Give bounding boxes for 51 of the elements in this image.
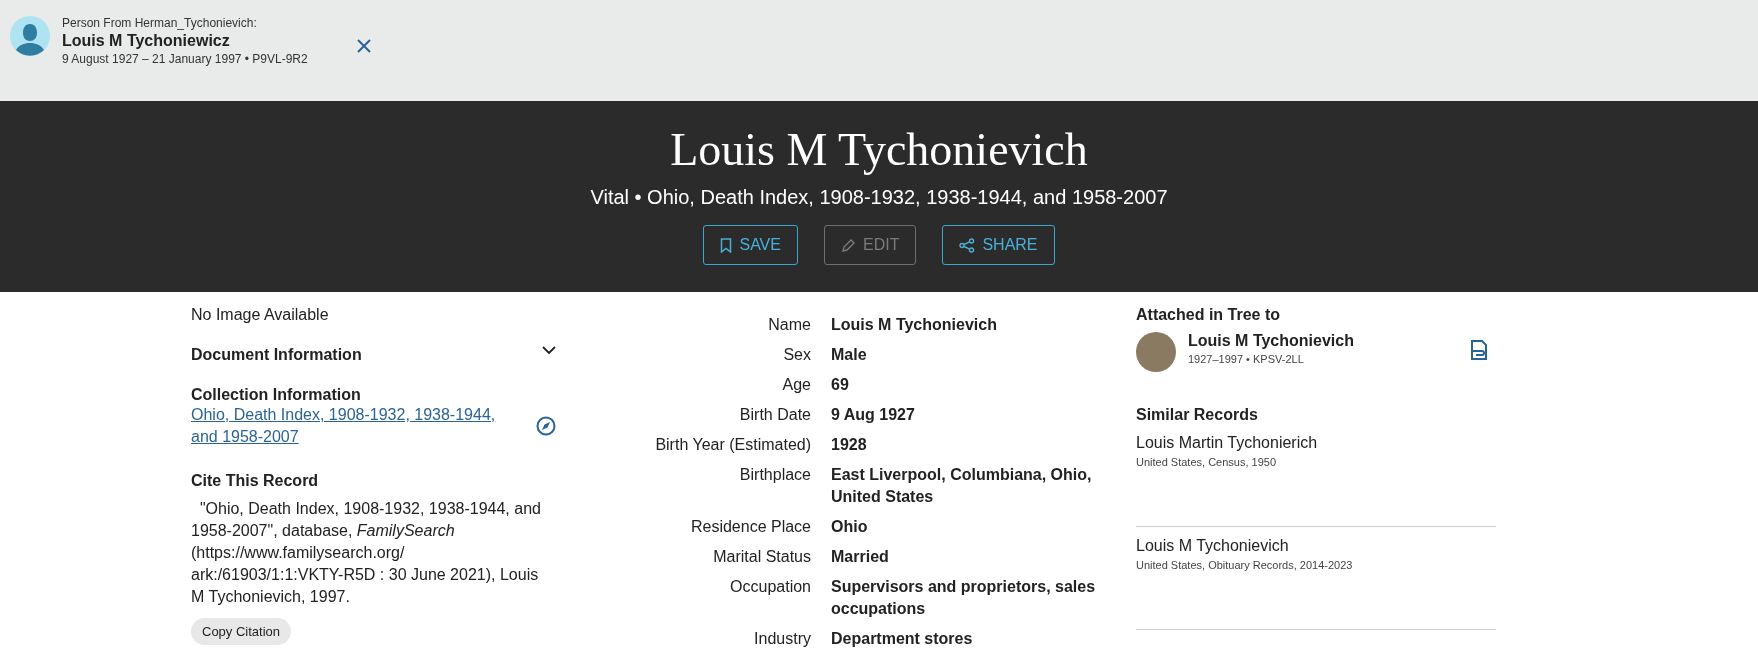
similar-record-collection: United States, Census, 1950 bbox=[1136, 456, 1278, 468]
cite-record-heading: Cite This Record bbox=[191, 472, 319, 490]
photo-placeholder bbox=[1136, 332, 1176, 372]
tree-person-name[interactable]: Louis M Tychonievich bbox=[1188, 332, 1470, 350]
citation-text: "Ohio, Death Index, 1908-1932, 1938-1944, and 1958-2007", database, FamilySearch (https://www.familysearch.org/ ark:/61903/1:1:VKTY-R5D : 30 June 2021), Louis M Tychonievich, 1997. bbox=[191, 499, 542, 607]
attached-tree-heading: Attached in Tree to bbox=[1136, 306, 1282, 324]
fact-value: Supervisors and proprietors, sales occupations bbox=[831, 577, 1097, 619]
fact-value: East Liverpool, Columbiana, Ohio, United States bbox=[831, 465, 1093, 507]
fact-value: 1928 bbox=[831, 435, 868, 455]
fact-value: Married bbox=[831, 547, 890, 567]
close-button[interactable] bbox=[355, 38, 372, 54]
record-subtitle: Vital • Ohio, Death Index, 1908-1932, 1938-1944, and 1958-2007 bbox=[590, 186, 1168, 209]
collection-information-heading: Collection Information bbox=[191, 386, 361, 404]
fact-label: Occupation bbox=[729, 577, 811, 597]
document-information-heading: Document Information bbox=[191, 346, 362, 364]
avatar-silhouette-icon bbox=[10, 16, 50, 56]
person-details: 9 August 1927 – 21 January 1997 • P9VL-9R2 bbox=[62, 52, 308, 66]
bookmark-icon bbox=[720, 237, 733, 253]
fact-label: Name bbox=[767, 315, 811, 335]
similar-record-collection: United States, Obituary Records, 2014-2023 bbox=[1136, 559, 1354, 571]
no-image-note: No Image Available bbox=[191, 306, 330, 324]
fact-value: 69 bbox=[831, 375, 850, 395]
person-name: Louis M Tychoniewicz bbox=[62, 32, 231, 50]
fact-label: Residence Place bbox=[689, 517, 811, 537]
chevron-icon[interactable] bbox=[542, 346, 556, 355]
fact-value: Ohio bbox=[831, 517, 869, 537]
record-title: Louis M Tychonievich bbox=[670, 123, 1088, 176]
fact-label: Birthplace bbox=[738, 465, 811, 485]
fact-value: 9 Aug 1927 bbox=[831, 405, 916, 425]
document-icon[interactable] bbox=[1470, 340, 1488, 360]
fact-value: Department stores bbox=[831, 629, 974, 649]
copy-citation-button[interactable]: Copy Citation bbox=[191, 618, 292, 645]
collection-link[interactable]: Ohio, Death Index, 1908-1932, 1938-1944, and 1958-2007 bbox=[191, 404, 511, 448]
fact-label: Sex bbox=[782, 345, 811, 365]
fact-label: Marital Status bbox=[712, 547, 811, 567]
fact-label: Birth Year (Estimated) bbox=[654, 435, 811, 455]
fact-label: Birth Date bbox=[738, 405, 811, 425]
similar-record-name[interactable]: Louis Martin Tychonierich bbox=[1136, 434, 1496, 452]
fact-value: Male bbox=[831, 345, 868, 365]
share-icon bbox=[959, 237, 976, 253]
save-button[interactable]: SAVE bbox=[703, 225, 798, 265]
person-source-label: Person From Herman_Tychonievich: bbox=[62, 16, 258, 30]
fact-label: Industry bbox=[753, 629, 811, 649]
pencil-icon bbox=[840, 237, 856, 253]
fact-label: Age bbox=[781, 375, 811, 395]
compass-icon[interactable] bbox=[536, 416, 556, 436]
similar-record-name[interactable]: Louis M Tychonievich bbox=[1136, 537, 1496, 555]
fact-value: Louis M Tychonievich bbox=[831, 315, 998, 335]
tree-person-details: 1927–1997 • KPSV-2LL bbox=[1188, 353, 1305, 365]
share-button[interactable]: SHARE bbox=[942, 225, 1055, 265]
similar-records-heading: Similar Records bbox=[1136, 406, 1259, 424]
